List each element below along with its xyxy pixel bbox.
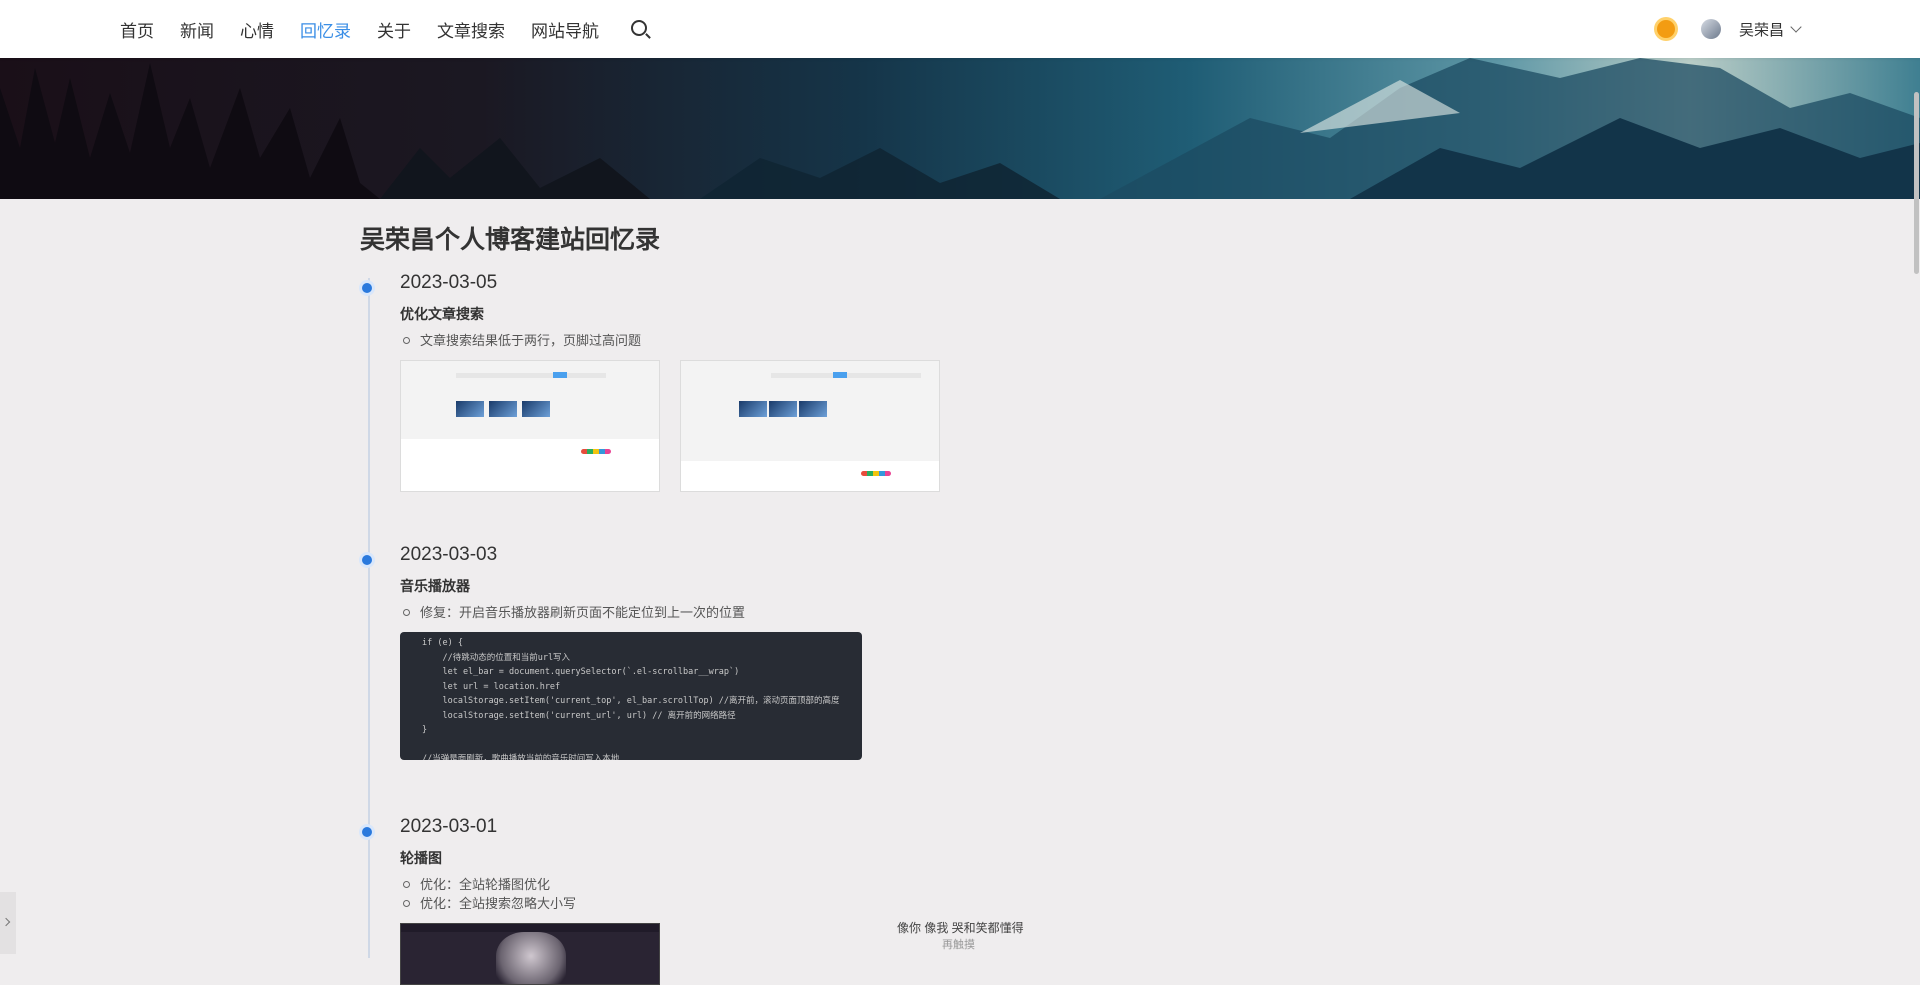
theme-toggle-sun-icon[interactable] — [1656, 20, 1675, 38]
timeline-items: 优化：全站轮播图优化 优化：全站搜索忽略大小写 — [400, 875, 1260, 913]
memoir-timeline: 2023-03-05 优化文章搜索 文章搜索结果低于两行，页脚过高问题 2023… — [360, 260, 1260, 985]
search-icon[interactable] — [631, 20, 647, 36]
screenshot-thumbnail[interactable] — [400, 360, 660, 492]
user-name[interactable]: 吴荣昌 — [1739, 19, 1784, 40]
nav-item-article-search[interactable]: 文章搜索 — [437, 17, 505, 42]
nav-item-mood[interactable]: 心情 — [240, 17, 274, 42]
scrollbar-thumb[interactable] — [1914, 92, 1919, 274]
timeline-dot — [362, 827, 372, 837]
page-title: 吴荣昌个人博客建站回忆录 — [360, 226, 661, 254]
timeline-items: 修复：开启音乐播放器刷新页面不能定位到上一次的位置 — [400, 603, 1260, 622]
timeline-items: 文章搜索结果低于两行，页脚过高问题 — [400, 331, 1260, 350]
mountain-landscape-illustration — [0, 58, 1920, 199]
timeline-dot — [362, 283, 372, 293]
timeline-title: 轮播图 — [400, 850, 442, 866]
timeline-date: 2023-03-03 — [400, 544, 498, 565]
chevron-down-icon[interactable] — [1790, 21, 1802, 33]
nav-item-about[interactable]: 关于 — [377, 17, 411, 42]
screenshot-thumbnail[interactable] — [680, 360, 940, 492]
code-line: localStorage.setItem('current_top', el_b… — [422, 696, 840, 706]
timeline-title: 优化文章搜索 — [400, 306, 484, 322]
header-banner-image — [0, 58, 1920, 199]
nav-item-news[interactable]: 新闻 — [180, 17, 214, 42]
avatar[interactable] — [1700, 19, 1721, 39]
code-line: //待跳动态的位置和当前url写入 — [422, 652, 571, 663]
nav-item-site-navigation[interactable]: 网站导航 — [531, 17, 599, 42]
timeline-entry: 2023-03-05 优化文章搜索 文章搜索结果低于两行，页脚过高问题 — [360, 269, 1260, 532]
timeline-title: 音乐播放器 — [400, 578, 470, 594]
code-line: let url = location.href — [422, 681, 561, 692]
music-panel-toggle[interactable] — [0, 892, 16, 954]
timeline-item: 修复：开启音乐播放器刷新页面不能定位到上一次的位置 — [400, 603, 1260, 622]
timeline-dot — [362, 555, 372, 565]
timeline-item: 优化：全站轮播图优化 — [400, 875, 1260, 894]
music-player-next-lyric: 再触摸 — [942, 939, 975, 951]
music-player-lyric: 像你 像我 哭和笑都懂得 — [897, 921, 1024, 935]
timeline-entry: 2023-03-01 轮播图 优化：全站轮播图优化 优化：全站搜索忽略大小写 — [360, 813, 1260, 985]
screenshot-row — [400, 360, 1260, 492]
carousel-screenshot[interactable] — [400, 923, 660, 985]
code-line: if (e) { — [422, 638, 463, 648]
nav-item-memoir[interactable]: 回忆录 — [300, 17, 351, 42]
nav-item-home[interactable]: 首页 — [120, 17, 154, 42]
nav-links: 首页 新闻 心情 回忆录 关于 文章搜索 网站导航 — [120, 0, 647, 58]
timeline-item: 文章搜索结果低于两行，页脚过高问题 — [400, 331, 1260, 350]
user-area: 吴荣昌 — [1656, 0, 1802, 58]
code-line: localStorage.setItem('current_url', url)… — [422, 710, 736, 721]
timeline-date: 2023-03-01 — [400, 816, 498, 837]
timeline-entry: 2023-03-03 音乐播放器 修复：开启音乐播放器刷新页面不能定位到上一次的… — [360, 541, 1260, 804]
timeline-date: 2023-03-05 — [400, 272, 498, 293]
top-navigation-bar: 首页 新闻 心情 回忆录 关于 文章搜索 网站导航 吴荣昌 — [0, 0, 1920, 58]
code-line: } — [422, 725, 428, 735]
code-line: let el_bar = document.querySelector(`.el… — [422, 667, 740, 677]
code-screenshot[interactable]: if (e) { //待跳动态的位置和当前url写入 let el_bar = … — [400, 632, 862, 760]
timeline-item: 优化：全站搜索忽略大小写 — [400, 894, 1260, 913]
code-line: //当弹是面刷新，歌曲播放当前的音乐时间写入本地 — [422, 754, 620, 760]
